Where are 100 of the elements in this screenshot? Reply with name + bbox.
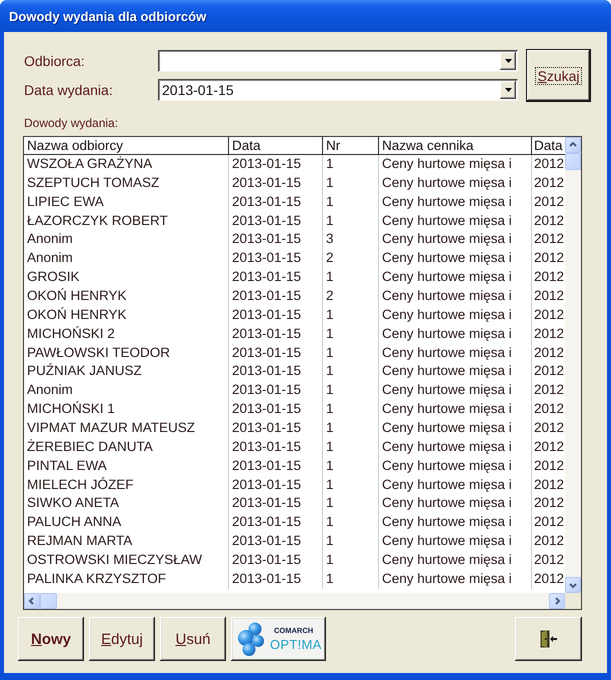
table-cell: Ceny hurtowe mięsa i <box>379 400 532 420</box>
column-header[interactable]: Nr <box>323 137 379 155</box>
scroll-down-button[interactable] <box>565 577 581 593</box>
table-cell: Ceny hurtowe mięsa i <box>379 419 532 438</box>
table-cell: 1 <box>323 268 379 288</box>
table-cell: Anonim <box>24 381 229 400</box>
table-cell: 2013-01-15 <box>229 155 323 174</box>
table-cell: MICHOŃSKI 2 <box>24 324 229 344</box>
chevron-left-icon <box>28 597 36 605</box>
table-cell: 2013-01-15 <box>229 400 323 420</box>
caret-down-icon <box>504 88 512 92</box>
table-cell: Ceny hurtowe mięsa i <box>379 344 532 362</box>
table-cell: Ceny hurtowe mięsa i <box>379 155 532 174</box>
table-cell: Ceny hurtowe mięsa i <box>379 570 532 589</box>
table-cell: 2013-01-15 <box>229 532 323 552</box>
table-cell: Ceny hurtowe mięsa i <box>379 268 532 288</box>
table-cell: Ceny hurtowe mięsa i <box>379 494 532 514</box>
table-cell: 2013-01-15 <box>229 324 323 344</box>
column-header[interactable]: Nazwa cennika <box>379 137 532 155</box>
table-cell: 2013-01-15 <box>229 570 323 589</box>
table-cell: 2013-01-15 <box>229 306 323 325</box>
chevron-up-icon <box>569 141 577 149</box>
table-cell: LIPIEC EWA <box>24 192 229 212</box>
table-cell-text: 2012 <box>533 249 565 268</box>
table-cell: Ceny hurtowe mięsa i <box>379 362 532 382</box>
table-cell: 1 <box>323 419 379 438</box>
table-cell: 2013-01-15 <box>229 476 323 494</box>
table-cell: OKOŃ HENRYK <box>24 287 229 306</box>
table-cell: VIPMAT MAZUR MATEUSZ <box>24 419 229 438</box>
table-cell: 1 <box>323 362 379 382</box>
exit-button[interactable] <box>515 617 582 661</box>
table-cell: 2013-01-15 <box>229 192 323 212</box>
action-button[interactable]: Usuń <box>160 617 226 661</box>
action-button[interactable]: Nowy <box>18 617 84 661</box>
table-cell: ŻEREBIEC DANUTA <box>24 438 229 457</box>
table-cell: PALINKA KRZYSZTOF <box>24 570 229 589</box>
search-button[interactable]: Szukaj <box>527 50 590 101</box>
scroll-up-button[interactable] <box>565 137 581 153</box>
table-cell: Ceny hurtowe mięsa i <box>379 174 532 193</box>
door-arrow-icon <box>540 630 557 648</box>
table-cell-text: 2012 <box>533 268 565 286</box>
field-label: Data wydania: <box>24 82 114 98</box>
action-button[interactable]: Edytuj <box>89 617 155 661</box>
dropdown-button[interactable] <box>500 52 516 70</box>
vertical-scrollbar[interactable] <box>565 137 581 593</box>
table-cell: SIWKO ANETA <box>24 494 229 514</box>
table-cell-text: 2012 <box>533 324 565 343</box>
table-cell-text: 2012 <box>533 212 565 230</box>
table-cell: 1 <box>323 400 379 420</box>
table-cell: 1 <box>323 155 379 174</box>
table-cell: 1 <box>323 456 379 476</box>
table-cell: Ceny hurtowe mięsa i <box>379 230 532 250</box>
table-cell: ŁAZORCZYK ROBERT <box>24 212 229 230</box>
table-cell: Ceny hurtowe mięsa i <box>379 192 532 212</box>
column-header[interactable]: Nazwa odbiorcy <box>24 137 229 155</box>
horizontal-scrollbar[interactable] <box>24 593 565 609</box>
table-cell: 2013-01-15 <box>229 438 323 457</box>
table-cell: MICHOŃSKI 1 <box>24 400 229 420</box>
table-cell: GROSIK <box>24 268 229 288</box>
table-cell: Ceny hurtowe mięsa i <box>379 513 532 532</box>
scroll-thumb[interactable] <box>565 153 581 170</box>
table-cell-text: 2012 <box>533 362 565 380</box>
table-cell: 2013-01-15 <box>229 551 323 570</box>
column-header[interactable]: Data <box>229 137 323 155</box>
table-cell: 1 <box>323 381 379 400</box>
field-label: Odbiorca: <box>24 53 86 69</box>
scroll-left-button[interactable] <box>24 593 40 609</box>
table-cell: 1 <box>323 192 379 212</box>
table-cell: 1 <box>323 438 379 457</box>
table-cell: WSZOŁA GRAŻYNA <box>24 155 229 174</box>
table-cell: 2013-01-15 <box>229 513 323 532</box>
table-cell: SZEPTUCH TOMASZ <box>24 174 229 193</box>
table-cell: PAWŁOWSKI TEODOR <box>24 344 229 362</box>
table-cell: 2013-01-15 <box>229 344 323 362</box>
table-cell: 2013-01-15 <box>229 287 323 306</box>
table-cell: 2013-01-15 <box>229 230 323 250</box>
table-cell: MIELECH JÓZEF <box>24 476 229 494</box>
table-cell: 1 <box>323 212 379 230</box>
table-cell: Ceny hurtowe mięsa i <box>379 324 532 344</box>
table-cell-text: 2012 <box>533 230 565 248</box>
table-cell: PALUCH ANNA <box>24 513 229 532</box>
table-cell: Anonim <box>24 230 229 250</box>
scroll-thumb[interactable] <box>40 593 57 609</box>
dropdown-button[interactable] <box>500 81 516 99</box>
scroll-right-button[interactable] <box>549 593 565 609</box>
table-cell-text: 2012 <box>533 476 565 494</box>
table-cell: Ceny hurtowe mięsa i <box>379 476 532 494</box>
table-cell: Anonim <box>24 249 229 268</box>
dropdown-field[interactable] <box>158 50 518 72</box>
table-cell: 2013-01-15 <box>229 212 323 230</box>
table-cell: 1 <box>323 551 379 570</box>
table-cell: Ceny hurtowe mięsa i <box>379 532 532 552</box>
table-cell-text: 2012 <box>533 174 565 192</box>
table-cell: Ceny hurtowe mięsa i <box>379 551 532 570</box>
table-cell-text: 2012 <box>533 344 565 362</box>
dropdown-field[interactable]: 2013-01-15 <box>158 79 518 101</box>
table-cell-text: 2012 <box>533 513 565 532</box>
table-cell: REJMAN MARTA <box>24 532 229 552</box>
table-cell: 2013-01-15 <box>229 249 323 268</box>
table-cell-text: 2012 <box>533 570 565 588</box>
